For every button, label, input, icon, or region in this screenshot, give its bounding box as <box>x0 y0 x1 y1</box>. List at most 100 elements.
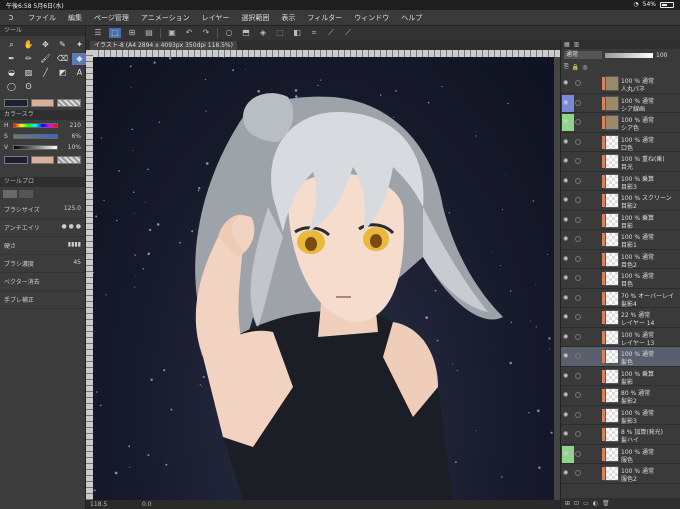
layer-row[interactable]: ◉ 70 % オーバーレイ 髪影4 <box>561 289 680 308</box>
eye-icon[interactable]: ◉ <box>563 236 571 242</box>
eye-icon[interactable]: ◉ <box>563 411 571 418</box>
eraser-icon[interactable]: ⌫ <box>55 53 70 65</box>
lock-toggle[interactable] <box>575 411 581 418</box>
balloon-icon[interactable]: ◯ <box>4 81 19 93</box>
lock-icon[interactable]: 🔒 <box>572 64 579 71</box>
eye-icon[interactable]: ◉ <box>563 216 571 223</box>
menu-filter[interactable]: フィルター <box>301 13 348 23</box>
save-icon[interactable]: ▣ <box>166 28 178 38</box>
subtool-tab[interactable] <box>3 190 17 198</box>
lock-toggle[interactable] <box>575 470 581 476</box>
eye-icon[interactable]: ◉ <box>563 372 571 379</box>
snap-special-icon[interactable]: ⟋ <box>342 28 354 38</box>
layer-row[interactable]: ◉ 100 % 通常 目色2 <box>561 250 680 269</box>
eye-icon[interactable]: ◉ <box>563 255 571 262</box>
eye-icon[interactable]: ◉ <box>563 197 571 203</box>
crop-icon[interactable]: ⌗ <box>308 28 320 38</box>
menu-window[interactable]: ウィンドウ <box>348 13 395 23</box>
transparent-swatch-2[interactable] <box>57 156 82 164</box>
lock-toggle[interactable] <box>575 177 581 184</box>
stabilization-row[interactable]: 手ブレ補正 <box>0 291 85 309</box>
menu-view[interactable]: 表示 <box>275 13 301 23</box>
eye-icon[interactable]: ◉ <box>563 392 571 398</box>
drawing-canvas[interactable] <box>93 57 554 500</box>
fill-icon[interactable]: ◈ <box>257 28 269 38</box>
clip-icon[interactable]: ⎘ <box>564 63 569 71</box>
lock-toggle[interactable] <box>575 353 581 359</box>
lock-toggle[interactable] <box>575 197 581 203</box>
lock-toggle[interactable] <box>575 236 581 242</box>
saturation-slider[interactable]: S 6% <box>0 131 85 142</box>
lock-toggle[interactable] <box>575 80 581 86</box>
hand-icon[interactable]: ✋ <box>21 39 36 51</box>
blend-mode-select[interactable]: 通常 <box>564 51 602 59</box>
clip-studio-logo-icon[interactable]: ↄ <box>0 13 22 23</box>
lock-toggle[interactable] <box>575 392 581 398</box>
hardness-options[interactable]: ▮▮▮▮ <box>68 241 81 250</box>
reference-icon[interactable]: ◎ <box>582 64 587 71</box>
redo-icon[interactable]: ↷ <box>200 28 212 38</box>
menu-page[interactable]: ページ管理 <box>88 13 135 23</box>
lock-toggle[interactable] <box>575 158 581 164</box>
delete-layer-icon[interactable]: 🗑 <box>602 500 610 507</box>
hamburger-icon[interactable]: ☰ <box>92 28 104 38</box>
zoom-value[interactable]: 118.5 <box>90 501 107 508</box>
layer-row[interactable]: ◉ 100 % 通常 髪影3 <box>561 406 680 425</box>
new-icon[interactable]: ⊞ <box>126 28 138 38</box>
rotate-value[interactable]: 0.0 <box>142 501 152 508</box>
layer-row[interactable]: ◉ 100 % 通常 シア色 <box>561 113 680 133</box>
lock-toggle[interactable] <box>575 450 581 457</box>
menu-help[interactable]: ヘルプ <box>395 13 428 23</box>
menu-edit[interactable]: 編集 <box>62 13 88 23</box>
eye-icon[interactable]: ◉ <box>563 431 571 437</box>
layer-row[interactable]: ◉ 100 % 通常 服色 <box>561 445 680 464</box>
layer-row[interactable]: ◉ 100 % 通常 髪色 <box>561 347 680 367</box>
eye-icon[interactable]: ◉ <box>563 99 571 106</box>
eye-icon[interactable]: ◉ <box>563 119 571 125</box>
layer-row[interactable]: ◉ 100 % 乗算 目影 <box>561 211 680 230</box>
eye-icon[interactable]: ◉ <box>563 138 571 145</box>
eye-icon[interactable]: ◉ <box>563 158 571 164</box>
layer-row[interactable]: ◉ 100 % 通常 口色 <box>561 133 680 152</box>
snap-ruler-icon[interactable]: ⟋ <box>325 28 337 38</box>
layer-row[interactable]: ◉ 80 % 通常 髪影2 <box>561 386 680 406</box>
move-icon[interactable]: ✥ <box>38 39 53 51</box>
main-color-swatch[interactable] <box>4 99 28 107</box>
layer-row[interactable]: ◉ 100 % 通常 目色 <box>561 269 680 289</box>
lock-toggle[interactable] <box>575 99 581 106</box>
lock-toggle[interactable] <box>575 119 581 125</box>
wand-icon[interactable]: ✦ <box>72 39 87 51</box>
document-tab[interactable]: イラスト-8 (A4 2894 x 4093px 350dpi 118.5%) <box>90 41 237 50</box>
lock-toggle[interactable] <box>575 275 581 281</box>
subtool-tab[interactable] <box>19 190 33 198</box>
undo-icon[interactable]: ↶ <box>183 28 195 38</box>
eyedropper-icon[interactable]: ✎ <box>55 39 70 51</box>
layer-row[interactable]: ◉ 100 % 通常 シア線画 <box>561 94 680 113</box>
layer-row[interactable]: ◉ 100 % 通常 目影1 <box>561 230 680 250</box>
density-row[interactable]: ブラシ濃度 45 <box>0 255 85 273</box>
layer-row[interactable]: ◉ 100 % 通常 レイヤー 13 <box>561 328 680 347</box>
clear-icon[interactable]: ○ <box>223 28 235 38</box>
lock-toggle[interactable] <box>575 216 581 223</box>
lock-toggle[interactable] <box>575 333 581 340</box>
value-slider[interactable]: V 10% <box>0 142 85 153</box>
eye-icon[interactable]: ◉ <box>563 353 571 359</box>
eye-icon[interactable]: ◉ <box>563 80 571 86</box>
antialias-options[interactable]: ● ● ● <box>61 223 81 232</box>
lock-toggle[interactable] <box>575 294 581 301</box>
layer-row[interactable]: ◉ 100 % 乗算 目影3 <box>561 172 680 191</box>
eye-icon[interactable]: ◉ <box>563 333 571 340</box>
layer-row[interactable]: ◉ 100 % 通常 人丸パネ <box>561 74 680 94</box>
hardness-row[interactable]: 硬さ ▮▮▮▮ <box>0 237 85 255</box>
lock-toggle[interactable] <box>575 431 581 437</box>
gradient-icon[interactable]: ▨ <box>21 67 36 79</box>
zoom-icon[interactable]: ⌕ <box>4 39 19 51</box>
frame-icon[interactable]: ◩ <box>55 67 70 79</box>
vector-erase-row[interactable]: ベクター消去 <box>0 273 85 291</box>
menu-animation[interactable]: アニメーション <box>135 13 196 23</box>
layer-row[interactable]: ◉ 100 % 通常 服色2 <box>561 464 680 484</box>
layer-row[interactable]: ◉ 100 % 乗算 髪影 <box>561 367 680 386</box>
figure-icon[interactable]: ╱ <box>38 67 53 79</box>
layer-panel-tab[interactable]: ▦ <box>564 40 570 49</box>
eye-icon[interactable]: ◉ <box>563 275 571 281</box>
